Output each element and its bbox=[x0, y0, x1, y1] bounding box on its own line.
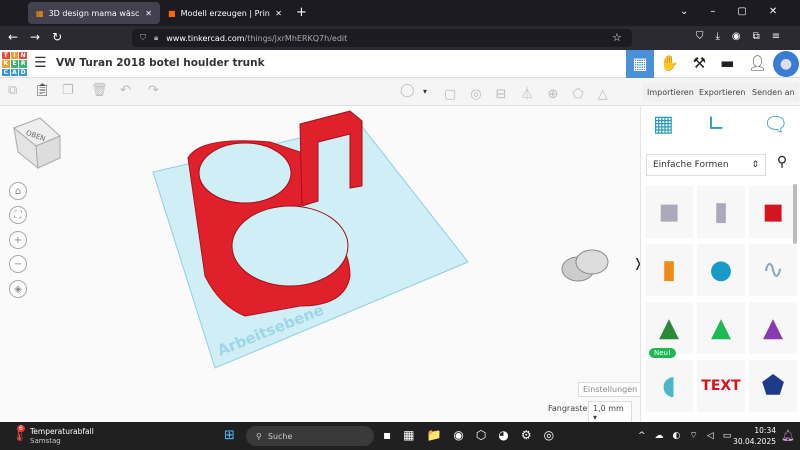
undo-icon[interactable]: ↶ bbox=[120, 83, 131, 98]
system-tray-icons[interactable]: ^☁◐⌔◁▭ bbox=[638, 430, 740, 441]
app-header: TINKERCAD ☰ VW Turan 2018 botel houlder … bbox=[0, 50, 800, 78]
shape-box-hole[interactable]: ◼ bbox=[645, 186, 693, 238]
shape-cylinder[interactable]: ▮ bbox=[645, 244, 693, 296]
design-list-icon[interactable]: ☰ bbox=[34, 55, 47, 71]
start-icon[interactable]: ⊞ bbox=[224, 428, 235, 443]
shape-tools-icons[interactable]: ▢◎⊟⏃⊕⬠△ bbox=[444, 83, 622, 102]
duplicate-icon[interactable]: ❐ bbox=[62, 83, 74, 98]
3d-view-grid-icon[interactable]: ▦ bbox=[626, 50, 654, 78]
clock-time[interactable]: 10:34 bbox=[740, 426, 776, 435]
import-button[interactable]: Importieren bbox=[643, 83, 698, 101]
window-controls[interactable]: ⌄–▢✕ bbox=[680, 6, 799, 17]
back-forward-reload-icons[interactable]: ←→↻ bbox=[8, 30, 74, 44]
weather-title[interactable]: Temperaturabfall bbox=[30, 427, 94, 436]
navigation-bar: ←→↻ ⛉ 🔒︎ www.tinkercad.com/things/jxrMhERK… bbox=[0, 26, 800, 50]
bookmark-star-icon[interactable]: ☆ bbox=[612, 31, 622, 44]
dropdown-icon[interactable]: ▾ bbox=[423, 87, 427, 96]
hidden-cylinders-shape[interactable] bbox=[561, 249, 609, 282]
snap-grid-label: Fangraster bbox=[548, 404, 591, 413]
3d-viewport[interactable]: OBEN Arbeitsebene bbox=[0, 106, 640, 422]
view-cube[interactable] bbox=[13, 117, 61, 170]
shape-category-select[interactable]: Einfache Formen ⇕ bbox=[646, 154, 766, 176]
zoom-in-button[interactable]: + bbox=[9, 231, 27, 249]
search-box[interactable]: ⚲ Suche bbox=[246, 426, 374, 446]
settings-button[interactable]: Einstellungen bbox=[578, 382, 643, 397]
search-icon: ⚲ bbox=[256, 431, 262, 441]
delete-icon[interactable]: 🗑︎ bbox=[91, 83, 108, 98]
copy-icon[interactable]: ⧉ bbox=[8, 83, 17, 98]
shape-half-cylinder[interactable]: ◖ bbox=[645, 360, 693, 412]
browser-extension-icons[interactable]: ⛉⤓◉⧉≡ bbox=[696, 31, 792, 42]
clock-date[interactable]: 30.04.2025 bbox=[730, 437, 776, 446]
shape-polygon[interactable]: ⬟ bbox=[749, 360, 797, 412]
lock-icon: 🔒︎ bbox=[154, 33, 159, 42]
notification-badge: 6 bbox=[17, 425, 25, 432]
tab-tinkercad[interactable]: ▦3D design mama wäsche - Tink✕ bbox=[28, 2, 160, 24]
tinkercad-favicon-icon: ▦ bbox=[36, 8, 44, 18]
url-input[interactable]: ⛉ 🔒︎ www.tinkercad.com/things/jxrMhERKQ7h/… bbox=[132, 29, 632, 47]
tinkercad-logo[interactable]: TINKERCAD bbox=[2, 52, 27, 76]
zoom-out-button[interactable]: − bbox=[9, 255, 27, 273]
bottle-hole bbox=[231, 205, 349, 287]
mode-icons[interactable]: ✋⚒▬ bbox=[660, 54, 748, 72]
workplane-grid-icon[interactable]: ▦ bbox=[653, 112, 674, 137]
new-badge: Neu! bbox=[649, 348, 676, 358]
shape-sphere[interactable]: ● bbox=[697, 244, 745, 296]
paste-icon[interactable]: 📋︎ bbox=[34, 83, 51, 98]
shape-pyramid[interactable]: ▲ bbox=[697, 302, 745, 354]
fit-view-button[interactable]: ⛶ bbox=[9, 206, 27, 224]
shape-cylinder-hole[interactable]: ▮ bbox=[697, 186, 745, 238]
ruler-icon[interactable]: ∟ bbox=[707, 112, 725, 137]
shape-box[interactable]: ◼ bbox=[749, 186, 797, 238]
browser-tab-bar: ▦3D design mama wäsche - Tink✕ ■Modell e… bbox=[0, 0, 800, 26]
export-button[interactable]: Exportieren bbox=[695, 83, 750, 101]
shapes-panel: ▦ ∟ 🗨︎ Einfache Formen ⇕ ⚲ ◼ ▮ ◼ ▮ ● ∿ ▲ N… bbox=[640, 106, 800, 422]
redo-icon[interactable]: ↷ bbox=[148, 83, 159, 98]
perspective-button[interactable]: ◈ bbox=[9, 280, 27, 298]
avatar[interactable]: ● bbox=[773, 51, 799, 77]
shape-grid: ◼ ▮ ◼ ▮ ● ∿ ▲ Neu! ▲ ▲ ◖ TEXT ⬟ bbox=[645, 186, 797, 412]
shape-roof[interactable]: ▲ Neu! bbox=[645, 302, 693, 358]
shield-icon: ⛉ bbox=[140, 33, 146, 42]
shape-text[interactable]: TEXT bbox=[697, 360, 745, 412]
tab-printables[interactable]: ■Modell erzeugen | Printables.co✕ bbox=[160, 2, 290, 24]
close-tab-icon[interactable]: ✕ bbox=[145, 9, 152, 18]
new-tab-icon[interactable]: + bbox=[296, 5, 307, 20]
bottle-hole bbox=[198, 142, 292, 204]
printables-favicon-icon: ■ bbox=[168, 8, 176, 18]
add-user-icon[interactable]: 👤︎ bbox=[748, 54, 767, 72]
shape-scribble[interactable]: ∿ bbox=[749, 244, 797, 296]
design-title[interactable]: VW Turan 2018 botel houlder trunk bbox=[56, 57, 265, 69]
home-view-button[interactable]: ⌂ bbox=[9, 182, 27, 200]
panel-scrollbar[interactable] bbox=[793, 184, 797, 244]
shape-cone[interactable]: ▲ bbox=[749, 302, 797, 354]
notes-icon[interactable]: 🗨︎ bbox=[763, 112, 788, 136]
windows-taskbar: 🌡︎ 6 Temperaturabfall Samstag ⊞ ⚲ Suche ▪… bbox=[0, 422, 800, 450]
weather-subtitle: Samstag bbox=[30, 437, 61, 445]
notification-bell-icon[interactable]: 🔔︎ bbox=[781, 429, 795, 442]
send-to-button[interactable]: Senden an bbox=[748, 83, 799, 101]
close-tab-icon[interactable]: ✕ bbox=[275, 9, 282, 18]
light-bulb-icon[interactable]: ◯ bbox=[400, 83, 415, 98]
search-icon[interactable]: ⚲ bbox=[769, 154, 795, 176]
taskbar-app-icons[interactable]: ▪▦📁◉⬡◕⚙◎ bbox=[383, 428, 566, 442]
